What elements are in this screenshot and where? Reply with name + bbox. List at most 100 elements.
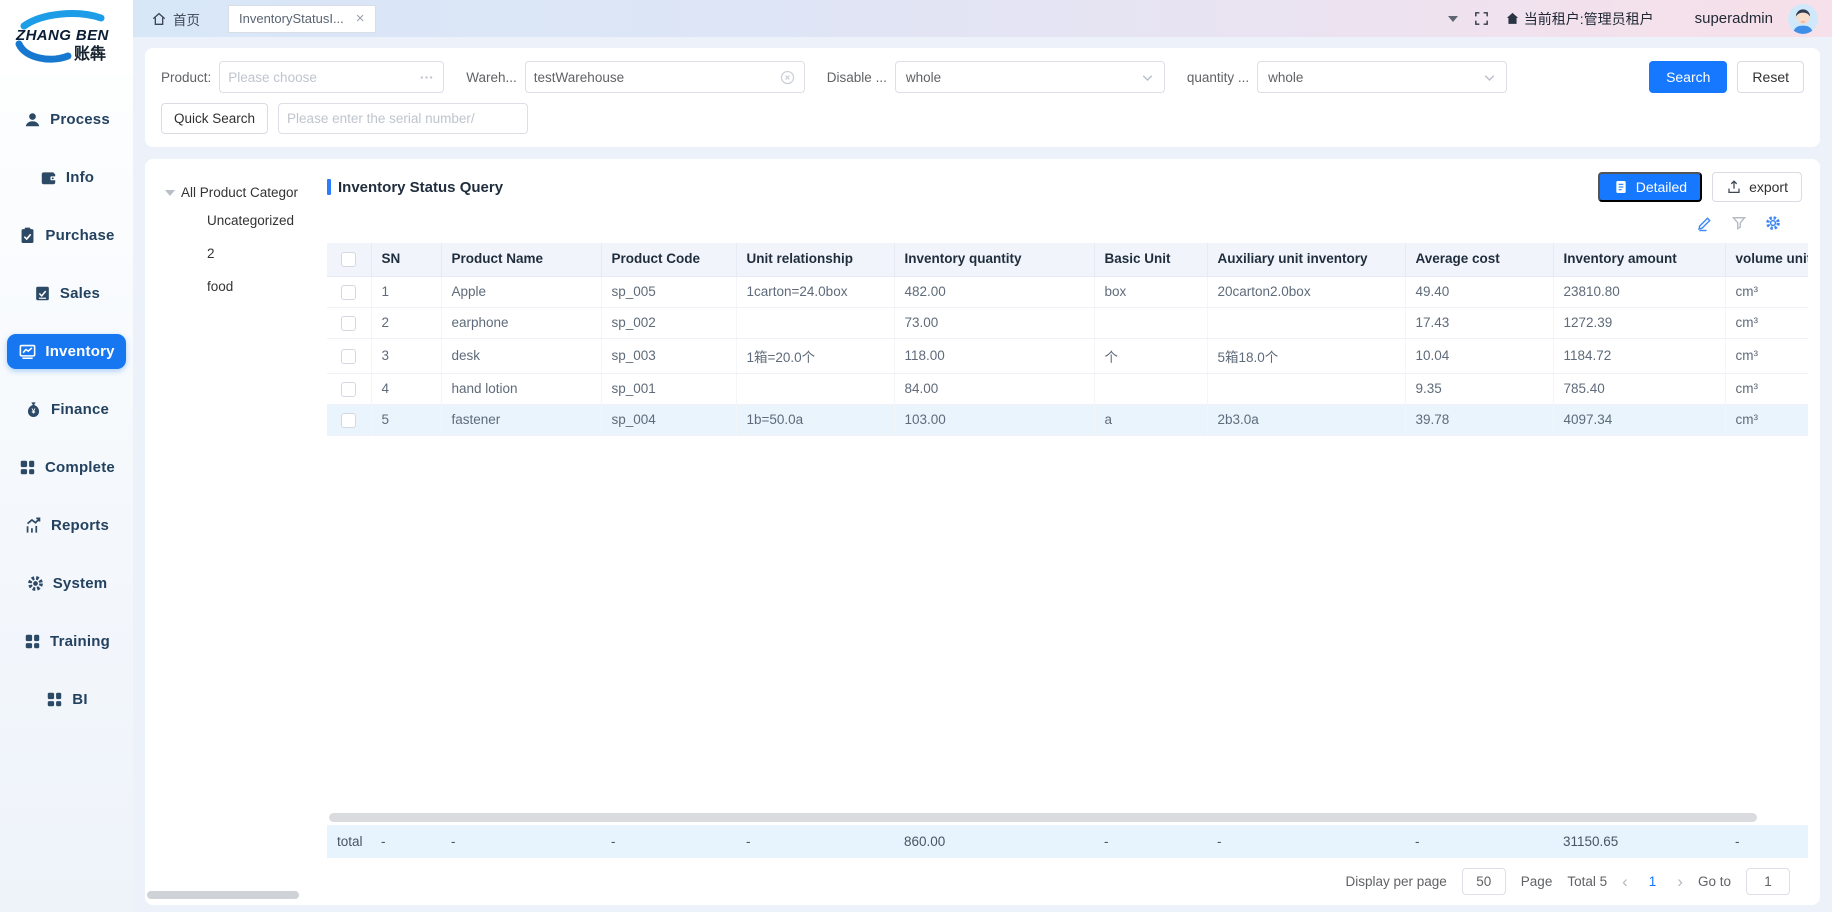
document-icon	[1613, 179, 1629, 195]
sidebar-item-finance[interactable]: ¥Finance	[7, 392, 126, 427]
table-horizontal-scrollbar[interactable]	[329, 813, 1757, 822]
table-row[interactable]: 1Applesp_0051carton=24.0box482.00box20ca…	[327, 276, 1808, 307]
disable-select[interactable]: whole	[895, 61, 1165, 93]
note-icon	[33, 284, 52, 303]
sidebar-item-complete[interactable]: Complete	[7, 450, 126, 485]
table-cell: 1272.39	[1553, 307, 1725, 338]
column-header: Product Code	[601, 243, 736, 276]
column-header: Product Name	[441, 243, 601, 276]
sidebar-nav: Process Info Purchase Sales Inventory ¥Financ…	[0, 76, 133, 740]
table-cell: 2b3.0a	[1207, 404, 1405, 435]
close-icon[interactable]: ×	[356, 11, 365, 26]
select-all-checkbox[interactable]	[341, 252, 356, 267]
table-row[interactable]: 4hand lotionsp_00184.009.35785.40cm³	[327, 373, 1808, 404]
username[interactable]: superadmin	[1695, 10, 1773, 27]
table-cell	[1207, 373, 1405, 404]
total-cell: 860.00	[894, 825, 1094, 858]
main-column: 首页 InventoryStatusI... × 当前租户:管理员租户 supe…	[133, 0, 1832, 912]
title-accent-bar	[327, 179, 331, 195]
search-button[interactable]: Search	[1649, 61, 1727, 93]
detailed-button[interactable]: Detailed	[1598, 172, 1702, 202]
sidebar-item-reports[interactable]: Reports	[7, 508, 126, 543]
product-input[interactable]	[219, 61, 444, 93]
tree-item-uncategorized[interactable]: Uncategorized	[165, 204, 327, 237]
table-cell: box	[1094, 276, 1207, 307]
content: Product: Wareh... Disable ... whole	[133, 37, 1832, 912]
table-row[interactable]: 5fastenersp_0041b=50.0a103.00a2b3.0a39.7…	[327, 404, 1808, 435]
tab-home[interactable]: 首页	[151, 9, 200, 29]
row-checkbox[interactable]	[341, 316, 356, 331]
warehouse-input[interactable]	[525, 61, 805, 93]
home-icon	[151, 11, 167, 27]
table-cell: 1184.72	[1553, 338, 1725, 373]
tree-item-food[interactable]: food	[165, 270, 327, 303]
sidebar-item-bi[interactable]: BI	[7, 682, 126, 717]
fullscreen-icon[interactable]	[1473, 10, 1490, 27]
product-label: Product:	[161, 70, 211, 85]
column-header: Auxiliary unit inventory	[1207, 243, 1405, 276]
tree-item-2[interactable]: 2	[165, 237, 327, 270]
tree-root-all-categories[interactable]: All Product Categor	[165, 185, 327, 200]
goto-page-input[interactable]	[1746, 868, 1790, 895]
table-cell	[1207, 307, 1405, 338]
sidebar-item-process[interactable]: Process	[7, 102, 126, 137]
export-button[interactable]: export	[1712, 172, 1802, 202]
sidebar-item-system[interactable]: System	[7, 566, 126, 601]
total-count-label: Total 5	[1567, 874, 1607, 889]
barchart-icon	[24, 516, 43, 535]
gear-icon	[26, 574, 45, 593]
table-cell: 4097.34	[1553, 404, 1725, 435]
sidebar-item-purchase[interactable]: Purchase	[7, 218, 126, 253]
table-cell: sp_002	[601, 307, 736, 338]
row-checkbox[interactable]	[341, 413, 356, 428]
tree-horizontal-scrollbar[interactable]	[147, 891, 299, 899]
total-cell: -	[1207, 825, 1405, 858]
column-header: volume unit	[1725, 243, 1808, 276]
sidebar-item-training[interactable]: Training	[7, 624, 126, 659]
page-title: Inventory Status Query	[338, 179, 503, 196]
chevron-down-icon[interactable]	[1448, 16, 1458, 22]
table-row[interactable]: 3desksp_0031箱=20.0个118.00个5箱18.0个10.0411…	[327, 338, 1808, 373]
sidebar-item-info[interactable]: Info	[7, 160, 126, 195]
quantity-select[interactable]: whole	[1257, 61, 1507, 93]
serial-input[interactable]	[278, 103, 528, 134]
next-page-icon[interactable]: ›	[1677, 873, 1683, 890]
table-cell: 39.78	[1405, 404, 1553, 435]
table-row[interactable]: 2earphonesp_00273.0017.431272.39cm³	[327, 307, 1808, 338]
row-checkbox[interactable]	[341, 285, 356, 300]
table-cell: 5	[371, 404, 441, 435]
table-cell: cm³	[1725, 307, 1808, 338]
avatar[interactable]	[1788, 4, 1818, 34]
table-toolbar	[327, 203, 1808, 243]
page-size-input[interactable]	[1462, 868, 1506, 895]
pagination: Display per page Page Total 5 ‹ 1 › Go t…	[327, 858, 1808, 905]
table-cell: 4	[371, 373, 441, 404]
more-icon[interactable]	[418, 69, 435, 86]
sidebar-item-label: Info	[66, 169, 94, 186]
inventory-panel: All Product Categor Uncategorized2food I…	[145, 159, 1820, 905]
table-cell: 118.00	[894, 338, 1094, 373]
edit-icon[interactable]	[1696, 214, 1714, 232]
sidebar-item-sales[interactable]: Sales	[7, 276, 126, 311]
reset-button[interactable]: Reset	[1737, 61, 1804, 93]
tab-inventory-status[interactable]: InventoryStatusI... ×	[228, 5, 376, 33]
prev-page-icon[interactable]: ‹	[1622, 873, 1628, 890]
quick-search-button[interactable]: Quick Search	[161, 103, 268, 134]
current-page[interactable]: 1	[1643, 874, 1663, 889]
column-header: Unit relationship	[736, 243, 894, 276]
filter-icon[interactable]	[1730, 214, 1748, 232]
table-area: Inventory Status Query Detailed export	[327, 171, 1808, 905]
table-cell: cm³	[1725, 373, 1808, 404]
table-cell: hand lotion	[441, 373, 601, 404]
sidebar-item-inventory[interactable]: Inventory	[7, 334, 126, 369]
total-cell: -	[1405, 825, 1553, 858]
sidebar-item-label: Purchase	[45, 227, 114, 244]
settings-icon[interactable]	[1764, 214, 1782, 232]
table-cell: 785.40	[1553, 373, 1725, 404]
total-cell: -	[371, 825, 441, 858]
clear-icon[interactable]	[779, 69, 796, 86]
row-checkbox[interactable]	[341, 382, 356, 397]
tree-collapse-icon[interactable]	[165, 190, 175, 196]
sidebar-item-label: Training	[50, 633, 110, 650]
row-checkbox[interactable]	[341, 349, 356, 364]
